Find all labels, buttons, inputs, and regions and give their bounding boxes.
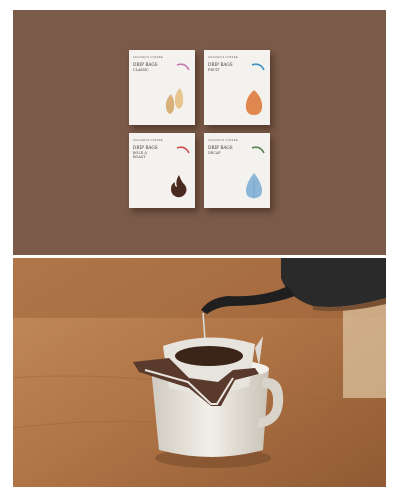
flame-drop [171,175,187,198]
pour-over-photo [13,258,386,487]
accent-swoosh [176,146,190,154]
coffee-grounds [175,346,243,366]
grain-drop-left [165,94,175,114]
accent-swoosh [251,146,265,154]
box-artwork [165,63,190,114]
pour-scene [13,258,386,487]
drip-bag-box-decaf: CHOUGH'S COFFEE DRIP BAGS DECAF [204,133,270,208]
box-artwork [171,146,190,198]
grain-drop-right [174,88,184,109]
drip-bag-box-fruit: CHOUGH'S COFFEE DRIP BAGS FRUIT [204,50,270,125]
accent-swoosh [176,63,190,71]
drip-bag-box-classic: CHOUGH'S COFFEE DRIP BAGS CLASSIC [129,50,195,125]
drip-bag-box-bold: CHOUGH'S COFFEE DRIP BAGS BOLD & ROAST [129,133,195,208]
fruit-drop [245,90,263,115]
product-boxes-photo: CHOUGH'S COFFEE DRIP BAGS CLASSIC CHOUGH… [13,10,386,255]
accent-swoosh [251,63,265,71]
box-artwork [246,146,265,199]
box-artwork [245,63,265,115]
